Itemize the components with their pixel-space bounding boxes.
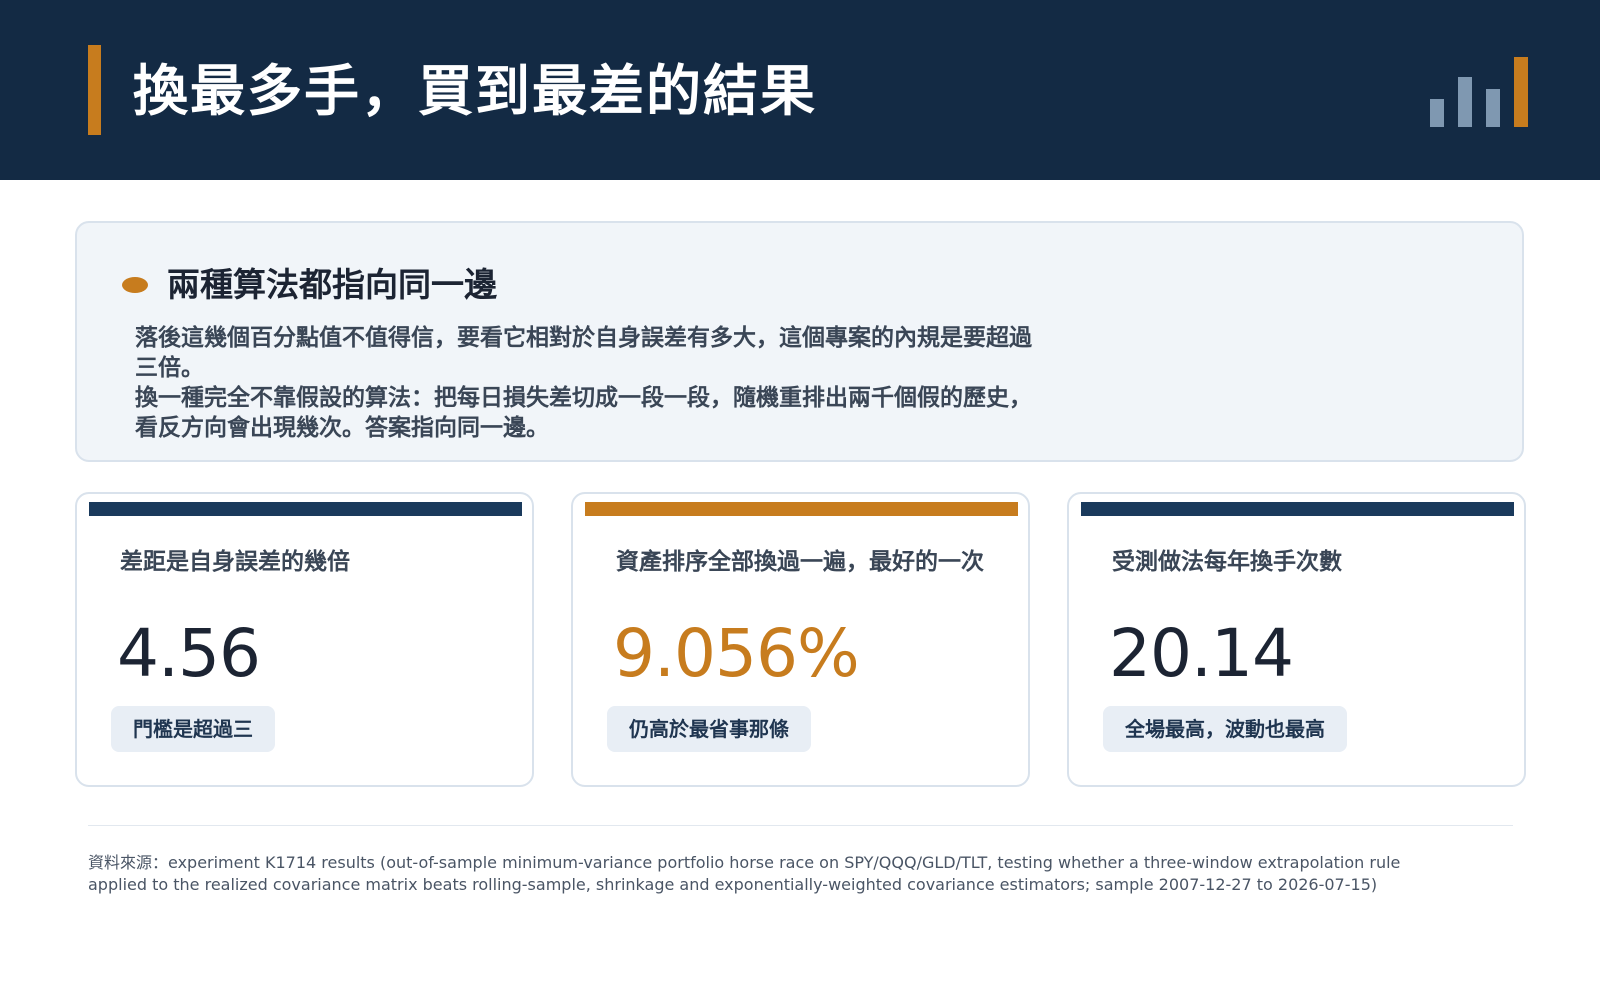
page-title: 換最多手，買到最差的結果 [133,59,818,123]
stat-card-best-reorder: 資產排序全部換過一遍，最好的一次 9.056% 仍高於最省事那條 [571,492,1030,787]
logo-bar [1514,57,1528,127]
card-badge: 仍高於最省事那條 [607,706,811,752]
source-note: 資料來源：experiment K1714 results (out-of-sa… [88,853,1401,894]
info-paragraph: 換一種完全不靠假設的算法：把每日損失差切成一段一段，隨機重排出兩千個假的歷史，看… [135,385,1032,441]
info-body: 落後這幾個百分點值不值得信，要看它相對於自身誤差有多大，這個專案的內規是要超過三… [135,323,1035,443]
stat-card-turnover: 受測做法每年換手次數 20.14 全場最高，波動也最高 [1067,492,1526,787]
bullet-dot-icon [122,277,148,293]
header-bar: 換最多手，買到最差的結果 [0,0,1600,180]
info-paragraph: 落後這幾個百分點值不值得信，要看它相對於自身誤差有多大，這個專案的內規是要超過三… [135,325,1032,381]
card-badge: 全場最高，波動也最高 [1103,706,1347,752]
card-badge: 門檻是超過三 [111,706,275,752]
card-label: 受測做法每年換手次數 [1112,549,1342,575]
card-accent-bar [89,502,522,516]
info-panel: 兩種算法都指向同一邊 落後這幾個百分點值不值得信，要看它相對於自身誤差有多大，這… [75,221,1524,462]
logo-bar [1430,99,1444,127]
logo-bar [1486,89,1500,127]
bar-chart-logo-icon [1430,55,1535,127]
info-heading: 兩種算法都指向同一邊 [167,265,497,304]
card-value: 20.14 [1109,615,1294,692]
title-accent-stripe [88,45,101,135]
card-label: 差距是自身誤差的幾倍 [120,549,350,575]
card-label: 資產排序全部換過一遍，最好的一次 [616,549,984,575]
footer-divider [88,825,1513,826]
card-value: 9.056% [613,615,860,692]
card-value: 4.56 [117,615,261,692]
stat-card-error-multiple: 差距是自身誤差的幾倍 4.56 門檻是超過三 [75,492,534,787]
logo-bar [1458,77,1472,127]
card-accent-bar [585,502,1018,516]
card-accent-bar [1081,502,1514,516]
